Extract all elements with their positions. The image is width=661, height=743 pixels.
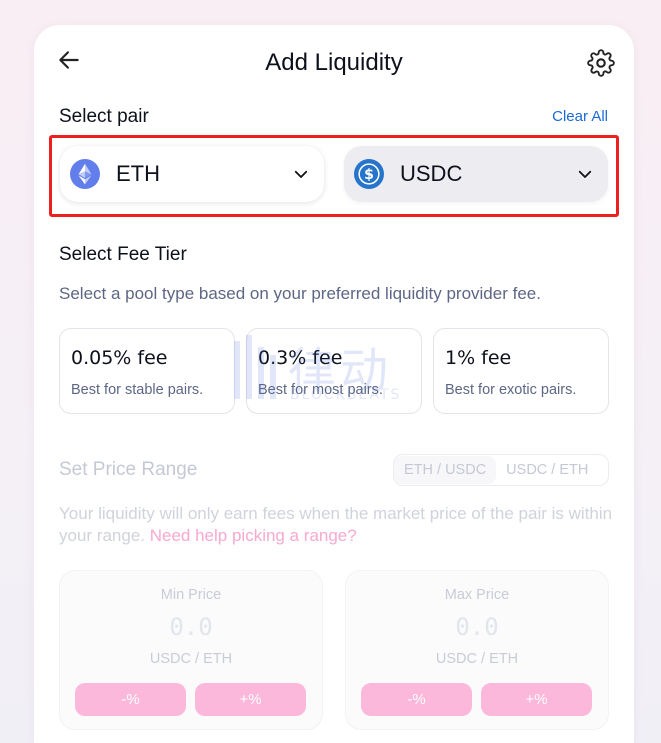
fee-tier-option[interactable]: 0.05% fee Best for stable pairs. [59, 328, 235, 414]
min-price-increase-button[interactable]: +% [195, 683, 306, 716]
max-price-increase-button[interactable]: +% [481, 683, 592, 716]
price-range-description: Your liquidity will only earn fees when … [59, 503, 619, 547]
set-price-range-label: Set Price Range [59, 459, 198, 480]
min-price-value[interactable]: 0.0 [60, 613, 322, 641]
token-a-selector[interactable]: ETH [60, 146, 324, 202]
fee-amount: 0.05% fee [71, 347, 168, 369]
token-a-symbol: ETH [116, 161, 160, 186]
toggle-eth-usdc[interactable]: ETH / USDC [394, 456, 497, 484]
gear-icon[interactable] [587, 49, 615, 77]
max-price-label: Max Price [444, 587, 510, 603]
clear-all-button[interactable]: Clear All [552, 108, 608, 125]
max-price-decrease-button[interactable]: -% [361, 683, 472, 716]
select-pair-label: Select pair [59, 106, 149, 127]
token-b-selector[interactable]: $ USDC [344, 146, 608, 202]
min-price-panel: Min Price 0.0 USDC / ETH -% +% [59, 570, 323, 730]
min-price-label: Min Price [160, 587, 222, 603]
max-price-panel: Max Price 0.0 USDC / ETH -% +% [345, 570, 609, 730]
select-fee-tier-label: Select Fee Tier [59, 244, 187, 265]
eth-icon [70, 159, 100, 189]
svg-text:$: $ [364, 167, 374, 183]
fee-tier-option[interactable]: 1% fee Best for exotic pairs. [433, 328, 609, 414]
max-price-unit: USDC / ETH [435, 651, 519, 667]
token-b-symbol: USDC [400, 161, 463, 186]
chevron-down-icon [294, 170, 308, 178]
toggle-usdc-eth[interactable]: USDC / ETH [496, 462, 598, 478]
fee-amount: 0.3% fee [258, 347, 343, 369]
fee-tier-option[interactable]: 0.3% fee Best for most pairs. [246, 328, 422, 414]
fee-tier-description: Select a pool type based on your preferr… [59, 284, 541, 303]
page-title: Add Liquidity [265, 49, 403, 76]
header: Add Liquidity [34, 25, 634, 101]
max-price-value[interactable]: 0.0 [346, 613, 608, 641]
min-price-decrease-button[interactable]: -% [75, 683, 186, 716]
fee-description: Best for stable pairs. [71, 382, 204, 398]
min-price-unit: USDC / ETH [149, 651, 233, 667]
add-liquidity-card: Add Liquidity Select pair Clear All ETH … [34, 25, 634, 743]
fee-description: Best for most pairs. [258, 382, 383, 398]
usdc-icon: $ [354, 159, 384, 189]
chevron-down-icon [578, 170, 592, 178]
help-range-link[interactable]: Need help picking a range? [150, 526, 357, 545]
fee-amount: 1% fee [445, 347, 512, 369]
fee-description: Best for exotic pairs. [445, 382, 577, 398]
price-direction-toggle: ETH / USDC USDC / ETH [393, 454, 609, 486]
